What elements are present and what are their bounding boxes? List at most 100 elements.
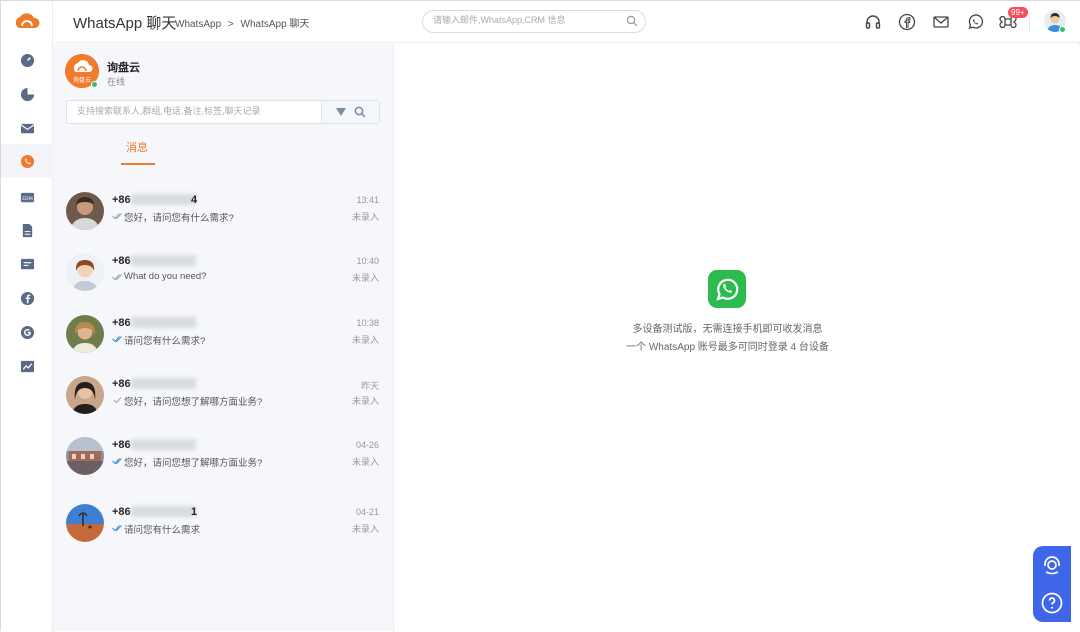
- message-time: 04-26: [355, 440, 379, 450]
- delivered-check-icon: [112, 213, 122, 220]
- whatsapp-outline-icon: [968, 14, 984, 29]
- customer-service-icon: [1044, 556, 1060, 575]
- tab-messages[interactable]: 消息: [126, 139, 148, 155]
- chat-search: [66, 100, 380, 124]
- message-board-icon: [20, 258, 34, 269]
- sidebar-item-analytics[interactable]: [1, 349, 53, 383]
- contact-phone: +86: [112, 317, 131, 329]
- user-online-indicator: [1059, 26, 1066, 33]
- chat-search-tools: [321, 101, 379, 123]
- sidebar-item-dashboard[interactable]: [1, 43, 53, 77]
- contact-phone: +86: [112, 194, 131, 206]
- conversation-item[interactable]: +86 What do you need? 10:40 未录入: [53, 247, 394, 305]
- app-window: EDM WhatsApp 聊天 WhatsApp > WhatsApp 聊天 请…: [0, 0, 1080, 632]
- pie-chart-icon: [20, 87, 34, 101]
- redacted-phone-digits: [131, 506, 196, 517]
- sidebar-item-google[interactable]: [1, 315, 53, 349]
- message-preview: 您好，请问您想了解哪方面业务?: [124, 458, 263, 469]
- account-status: 在线: [107, 77, 126, 87]
- dashboard-icon: [20, 53, 34, 67]
- notification-badge: 99+: [1008, 7, 1028, 18]
- conversation-item[interactable]: +86 您好，请问您想了解哪方面业务? 昨天 未录入: [53, 370, 394, 428]
- sidebar-item-mail[interactable]: [1, 111, 53, 145]
- conversation-item[interactable]: +86 1 请问您有什么需求 04-21 未录入: [53, 498, 394, 556]
- whatsapp-button[interactable]: [966, 13, 984, 31]
- global-search-input[interactable]: [433, 15, 623, 25]
- sent-check-icon: [113, 397, 122, 404]
- contact-phone: +86: [112, 506, 131, 518]
- contact-phone: +86: [112, 439, 131, 451]
- support-headset-button[interactable]: [864, 13, 882, 31]
- read-check-icon: [112, 525, 122, 532]
- mail-button[interactable]: [932, 13, 950, 31]
- contact-avatar: [66, 376, 104, 414]
- redacted-phone-digits: [131, 378, 196, 389]
- edm-icon: EDM: [20, 192, 34, 202]
- contact-avatar: [66, 504, 104, 542]
- left-nav-rail: EDM: [1, 1, 53, 632]
- contact-phone: +86: [112, 378, 131, 390]
- floating-help-bar: [1033, 546, 1071, 622]
- google-icon: [20, 325, 34, 339]
- mail-icon: [20, 123, 34, 133]
- help-button[interactable]: [1033, 584, 1071, 622]
- breadcrumb-separator: >: [227, 19, 234, 30]
- facebook-icon: [20, 291, 34, 305]
- contact-avatar: [66, 253, 104, 291]
- customer-service-button[interactable]: [1033, 546, 1071, 584]
- search-icon[interactable]: [626, 15, 638, 27]
- svg-text:询盘云: 询盘云: [73, 76, 91, 84]
- header-divider: [1029, 13, 1030, 31]
- filter-icon[interactable]: [336, 108, 346, 116]
- question-icon: [1041, 592, 1063, 614]
- contact-phone-tail: 4: [191, 194, 198, 206]
- redacted-phone-digits: [131, 255, 196, 266]
- contact-phone-tail: 1: [191, 506, 198, 518]
- chat-list-panel: 询盘云 询盘云 在线 消息 +86 4 您好，请问您有什么需求?: [53, 44, 394, 631]
- breadcrumb-current: WhatsApp 聊天: [240, 19, 310, 30]
- contact-avatar: [66, 315, 104, 353]
- facebook-button[interactable]: [898, 13, 916, 31]
- crm-status: 未录入: [351, 524, 379, 534]
- contact-avatar: [66, 437, 104, 475]
- message-preview: What do you need?: [124, 271, 207, 282]
- global-search: [422, 10, 646, 33]
- message-time: 昨天: [360, 381, 379, 391]
- sidebar-item-message-board[interactable]: [1, 247, 53, 281]
- svg-text:EDM: EDM: [22, 195, 33, 201]
- account-online-indicator: [91, 81, 98, 88]
- redacted-phone-digits: [131, 194, 196, 205]
- facebook-outline-icon: [898, 13, 916, 31]
- sidebar-item-edm[interactable]: EDM: [1, 180, 53, 214]
- search-icon[interactable]: [354, 106, 366, 118]
- conversation-item[interactable]: +86 请问您有什么需求? 10:38 未录入: [53, 309, 394, 367]
- page-title: WhatsApp 聊天: [73, 15, 177, 32]
- message-preview: 您好，请问您想了解哪方面业务?: [124, 397, 263, 408]
- contact-avatar: [66, 192, 104, 230]
- message-time: 13:41: [356, 195, 379, 205]
- sidebar-item-whatsapp[interactable]: [1, 144, 53, 178]
- message-preview: 请问您有什么需求?: [124, 336, 206, 347]
- cloud-logo-icon[interactable]: [13, 9, 41, 33]
- conversation-item[interactable]: +86 4 您好，请问您有什么需求? 13:41 未录入: [53, 186, 394, 244]
- message-preview: 您好，请问您有什么需求?: [124, 213, 234, 224]
- analytics-icon: [20, 360, 34, 372]
- crm-status: 未录入: [351, 335, 379, 345]
- sidebar-item-documents[interactable]: [1, 213, 53, 247]
- document-icon: [22, 223, 32, 237]
- empty-state-line-2: 一个 WhatsApp 账号最多可同时登录 4 台设备: [626, 342, 829, 353]
- whatsapp-icon: [716, 278, 739, 301]
- whatsapp-icon: [20, 154, 34, 168]
- message-time: 10:38: [356, 318, 379, 328]
- message-time: 04-21: [355, 507, 379, 517]
- account-name: 询盘云: [107, 62, 140, 74]
- sidebar-item-facebook[interactable]: [1, 281, 53, 315]
- conversation-item[interactable]: +86 您好，请问您想了解哪方面业务? 04-26 未录入: [53, 431, 394, 489]
- crm-status: 未录入: [351, 396, 379, 406]
- breadcrumb-link-whatsapp[interactable]: WhatsApp: [175, 19, 221, 30]
- contact-phone: +86: [112, 255, 131, 267]
- read-check-icon: [112, 336, 122, 343]
- redacted-phone-digits: [131, 317, 196, 328]
- sidebar-item-statistics[interactable]: [1, 77, 53, 111]
- chat-search-input[interactable]: [77, 106, 312, 116]
